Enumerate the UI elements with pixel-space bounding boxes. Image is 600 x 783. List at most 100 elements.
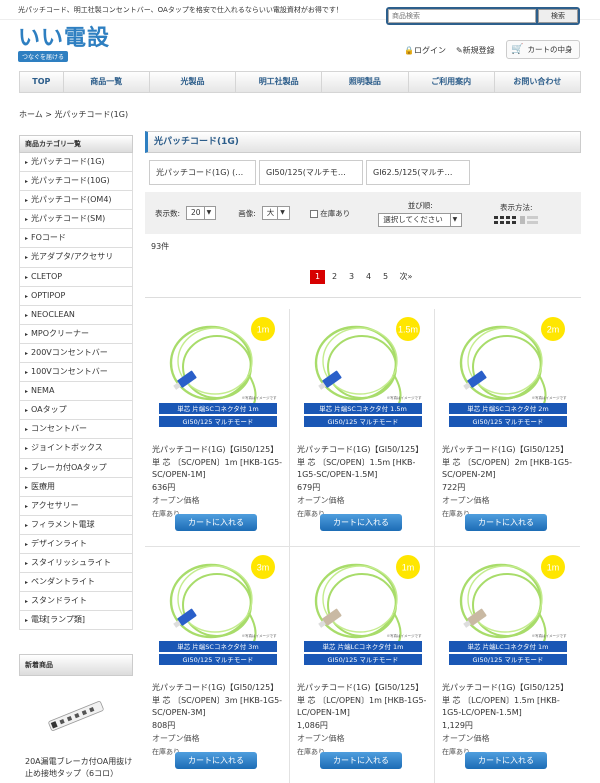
- category-label: NEMA: [31, 386, 55, 396]
- subcategory-tab[interactable]: GI50/125(マルチモ…: [259, 160, 363, 185]
- product-card: 1m ※写真はイメージです 単芯 片端SCコネクタ付 1m GI50/125 マルチモ…: [145, 309, 290, 547]
- result-count: 93件: [151, 242, 170, 251]
- sidebar-category-item[interactable]: ▸ ブレーカ付OAタップ: [19, 458, 133, 478]
- new-item-image[interactable]: [45, 700, 107, 732]
- site-logo[interactable]: いい電設 つなぐを届ける: [18, 28, 118, 62]
- global-nav: TOP 商品一覧 光製品 明工社製品 照明製品 ご利用案内 お問い合わせ: [19, 71, 581, 93]
- login-link[interactable]: 🔒ログイン: [404, 45, 446, 56]
- sidebar-category-item[interactable]: ▸ ペンダントライト: [19, 573, 133, 593]
- grid-view-icon[interactable]: [494, 216, 517, 224]
- product-price: 722円: [442, 483, 466, 492]
- bullet-icon: ▸: [25, 445, 29, 453]
- category-label: ジョイントボックス: [31, 443, 103, 453]
- image-caption: 単芯 片端SCコネクタ付 1.5m: [319, 404, 407, 413]
- bullet-icon: ▸: [25, 502, 29, 510]
- image-size-select[interactable]: 大 ▼: [261, 206, 290, 220]
- product-price: 636円: [152, 483, 176, 492]
- sidebar-category-item[interactable]: ▸ スタイリッシュライト: [19, 553, 133, 574]
- nav-meikosha[interactable]: 明工社製品: [236, 72, 323, 92]
- product-name[interactable]: 光パッチコード(1G)【GI50/125】 単 芯 〔LC/OPEN〕1m [H…: [297, 682, 428, 720]
- page-3[interactable]: 3: [344, 270, 359, 284]
- add-to-cart-button[interactable]: カートに入れる: [465, 752, 547, 769]
- price-note: オープン価格: [152, 496, 200, 505]
- bullet-icon: ▸: [25, 388, 29, 396]
- product-name[interactable]: 光パッチコード(1G)【GI50/125】 単 芯 〔SC/OPEN〕1m [H…: [152, 444, 283, 482]
- sidebar-category-item[interactable]: ▸ ジョイントボックス: [19, 439, 133, 459]
- bullet-icon: ▸: [25, 311, 29, 319]
- next-page[interactable]: 次»: [395, 270, 417, 284]
- sidebar-category-item[interactable]: ▸ NEOCLEAN: [19, 305, 133, 325]
- product-image[interactable]: 3m ※写真はイメージです単芯 片端SCコネクタ付 3m GI50/125 マルチモ…: [159, 555, 277, 673]
- product-price: 1,086円: [297, 721, 328, 730]
- product-name[interactable]: 光パッチコード(1G)【GI50/125】 単 芯 〔SC/OPEN〕2m [H…: [442, 444, 574, 482]
- product-price: 1,129円: [442, 721, 473, 730]
- product-name[interactable]: 光パッチコード(1G)【GI50/125】 単 芯 〔LC/OPEN〕1.5m …: [442, 682, 574, 720]
- product-image[interactable]: 2m ※写真はイメージです単芯 片端SCコネクタ付 2m GI50/125 マルチモ…: [449, 317, 567, 435]
- sidebar-category-item[interactable]: ▸ スタンドライト: [19, 592, 133, 612]
- product-image[interactable]: 1m ※写真はイメージです単芯 片端LCコネクタ付 1m GI50/125 マルチモ…: [304, 555, 422, 673]
- sidebar-category-item[interactable]: ▸ 光パッチコード(OM4): [19, 191, 133, 211]
- search-input[interactable]: [388, 9, 536, 23]
- category-label: FOコード: [31, 233, 66, 243]
- in-stock-filter[interactable]: 在庫あり: [309, 208, 350, 219]
- new-item-name[interactable]: 20A漏電ブレーカ付OA用抜け止め接地タップ（6コロ）: [25, 756, 135, 780]
- nav-optical[interactable]: 光製品: [150, 72, 237, 92]
- sidebar-category-item[interactable]: ▸ 電球[ランプ類]: [19, 611, 133, 631]
- add-to-cart-button[interactable]: カートに入れる: [175, 514, 257, 531]
- nav-guide[interactable]: ご利用案内: [409, 72, 495, 92]
- bullet-icon: ▸: [25, 235, 29, 243]
- in-stock-checkbox[interactable]: [309, 209, 318, 218]
- sidebar-category-item[interactable]: ▸ 光パッチコード(10G): [19, 172, 133, 192]
- nav-top[interactable]: TOP: [20, 72, 64, 92]
- sidebar-category-item[interactable]: ▸ 100Vコンセントバー: [19, 363, 133, 383]
- image-caption: 単芯 片端SCコネクタ付 1m: [177, 404, 259, 413]
- price-note: オープン価格: [152, 734, 200, 743]
- sidebar-category-item[interactable]: ▸ NEMA: [19, 382, 133, 402]
- page-1[interactable]: 1: [310, 270, 325, 284]
- category-label: アクセサリー: [31, 500, 79, 510]
- price-note: オープン価格: [442, 734, 490, 743]
- nav-lighting[interactable]: 照明製品: [322, 72, 409, 92]
- sidebar-category-item[interactable]: ▸ 光アダプタ/アクセサリ: [19, 248, 133, 268]
- add-to-cart-button[interactable]: カートに入れる: [465, 514, 547, 531]
- image-caption: GI50/125 マルチモード: [473, 418, 544, 426]
- sort-label: 並び順:: [407, 200, 433, 210]
- sidebar-category-item[interactable]: ▸ コンセントバー: [19, 420, 133, 440]
- product-name[interactable]: 光パッチコード(1G)【GI50/125】 単 芯 〔SC/OPEN〕3m [H…: [152, 682, 283, 720]
- nav-contact[interactable]: お問い合わせ: [495, 72, 580, 92]
- sidebar-category-item[interactable]: ▸ 医療用: [19, 477, 133, 497]
- bullet-icon: ▸: [25, 464, 29, 472]
- sort-select[interactable]: 選択してください ▼: [378, 212, 463, 227]
- list-view-icon[interactable]: [520, 216, 539, 224]
- sidebar-category-item[interactable]: ▸ FOコード: [19, 229, 133, 249]
- cart-button[interactable]: 🛒 カートの中身: [506, 40, 580, 59]
- sidebar-category-item[interactable]: ▸ MPOクリーナー: [19, 324, 133, 344]
- sidebar-category-item[interactable]: ▸ OPTIPOP: [19, 286, 133, 306]
- per-page-select[interactable]: 20 ▼: [186, 206, 217, 220]
- sidebar-category-item[interactable]: ▸ CLETOP: [19, 267, 133, 287]
- product-image[interactable]: 1.5m ※写真はイメージです単芯 片端SCコネクタ付 1.5m GI50/125 …: [304, 317, 422, 435]
- page-5[interactable]: 5: [378, 270, 393, 284]
- product-image[interactable]: 1m ※写真はイメージです単芯 片端LCコネクタ付 1m GI50/125 マルチモ…: [449, 555, 567, 673]
- add-to-cart-button[interactable]: カートに入れる: [175, 752, 257, 769]
- page-2[interactable]: 2: [327, 270, 342, 284]
- sidebar-category-item[interactable]: ▸ 200Vコンセントバー: [19, 343, 133, 364]
- sidebar-category-item[interactable]: ▸ 光パッチコード(1G): [19, 153, 133, 173]
- search-button[interactable]: 検索: [538, 9, 578, 23]
- product-name[interactable]: 光パッチコード(1G)【GI50/125】 単 芯 〔SC/OPEN〕1.5m …: [297, 444, 428, 482]
- page-4[interactable]: 4: [361, 270, 376, 284]
- bullet-icon: ▸: [25, 216, 29, 224]
- sidebar-category-item[interactable]: ▸ デザインライト: [19, 534, 133, 554]
- add-to-cart-button[interactable]: カートに入れる: [320, 514, 402, 531]
- sidebar-category-item[interactable]: ▸ OAタップ: [19, 401, 133, 421]
- subcategory-tab[interactable]: GI62.5/125(マルチ…: [366, 160, 470, 185]
- sidebar-category-item[interactable]: ▸ アクセサリー: [19, 496, 133, 516]
- add-to-cart-button[interactable]: カートに入れる: [320, 752, 402, 769]
- product-price: 679円: [297, 483, 321, 492]
- product-image[interactable]: 1m ※写真はイメージです単芯 片端SCコネクタ付 1m GI50/125 マルチモ…: [159, 317, 277, 435]
- subcategory-tab[interactable]: 光パッチコード(1G) (…: [149, 160, 256, 185]
- sidebar-category-item[interactable]: ▸ 光パッチコード(SM): [19, 210, 133, 230]
- register-link[interactable]: ✎新規登録: [456, 45, 495, 56]
- sidebar-category-item[interactable]: ▸ フィラメント電球: [19, 515, 133, 535]
- nav-products[interactable]: 商品一覧: [64, 72, 150, 92]
